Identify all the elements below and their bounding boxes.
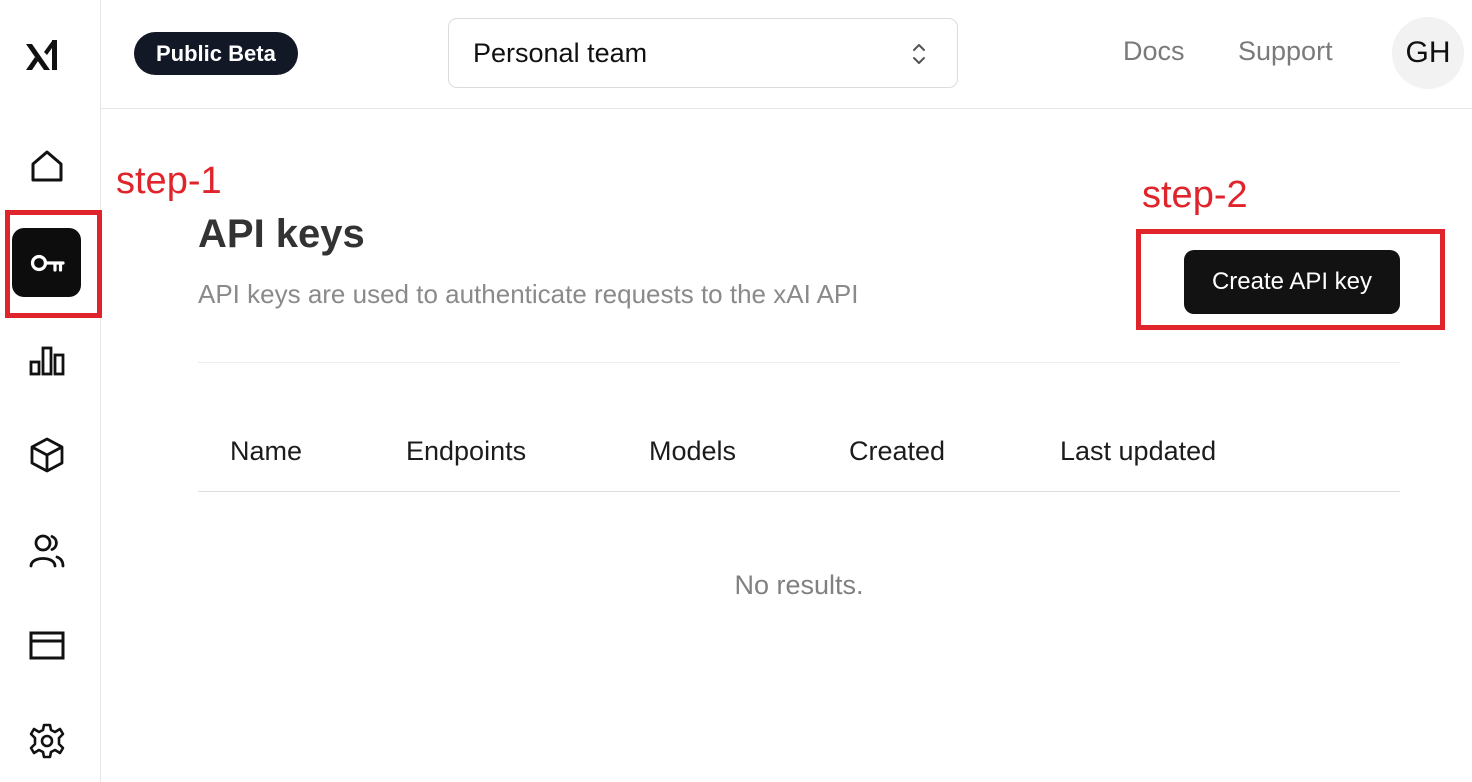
sidebar-item-billing[interactable] xyxy=(12,610,81,679)
user-avatar[interactable]: GH xyxy=(1392,17,1464,89)
step-1-highlight-box xyxy=(5,210,102,318)
docs-link[interactable]: Docs xyxy=(1123,36,1185,67)
xai-logo[interactable] xyxy=(22,34,62,74)
sidebar-item-team[interactable] xyxy=(12,515,81,584)
credit-card-icon xyxy=(29,631,64,659)
create-api-key-button[interactable]: Create API key xyxy=(1184,250,1400,314)
empty-table-message: No results. xyxy=(734,570,864,600)
column-header-endpoints[interactable]: Endpoints xyxy=(406,436,526,467)
home-icon xyxy=(31,150,62,181)
column-header-created[interactable]: Created xyxy=(849,436,945,467)
users-icon xyxy=(29,534,64,567)
team-select-value: Personal team xyxy=(473,37,648,68)
public-beta-badge: Public Beta xyxy=(134,32,298,75)
cube-icon xyxy=(30,437,63,472)
support-link[interactable]: Support xyxy=(1238,36,1333,67)
section-divider xyxy=(198,362,1400,363)
gear-icon xyxy=(29,723,64,758)
page-subtitle: API keys are used to authenticate reques… xyxy=(198,279,859,309)
page-title: API keys xyxy=(198,212,365,256)
chevron-up-down-icon xyxy=(913,44,925,64)
sidebar-item-settings[interactable] xyxy=(12,706,81,775)
team-select[interactable]: Personal team xyxy=(448,18,958,88)
xai-logo-icon xyxy=(26,40,57,70)
step-1-annotation: step-1 xyxy=(116,160,222,202)
top-header: Public Beta Personal team Docs Support G… xyxy=(101,0,1472,109)
sidebar-item-usage[interactable] xyxy=(12,325,81,394)
sidebar-item-models[interactable] xyxy=(12,420,81,489)
bar-chart-icon xyxy=(29,346,64,375)
api-keys-table-header: Name Endpoints Models Created Last updat… xyxy=(198,420,1400,492)
step-2-annotation: step-2 xyxy=(1142,174,1248,216)
column-header-last-updated[interactable]: Last updated xyxy=(1060,436,1216,467)
sidebar xyxy=(0,0,101,782)
app: Public Beta Personal team Docs Support G… xyxy=(0,0,1472,782)
sidebar-item-home[interactable] xyxy=(12,131,81,200)
column-header-name[interactable]: Name xyxy=(230,436,302,467)
column-header-models[interactable]: Models xyxy=(649,436,736,467)
